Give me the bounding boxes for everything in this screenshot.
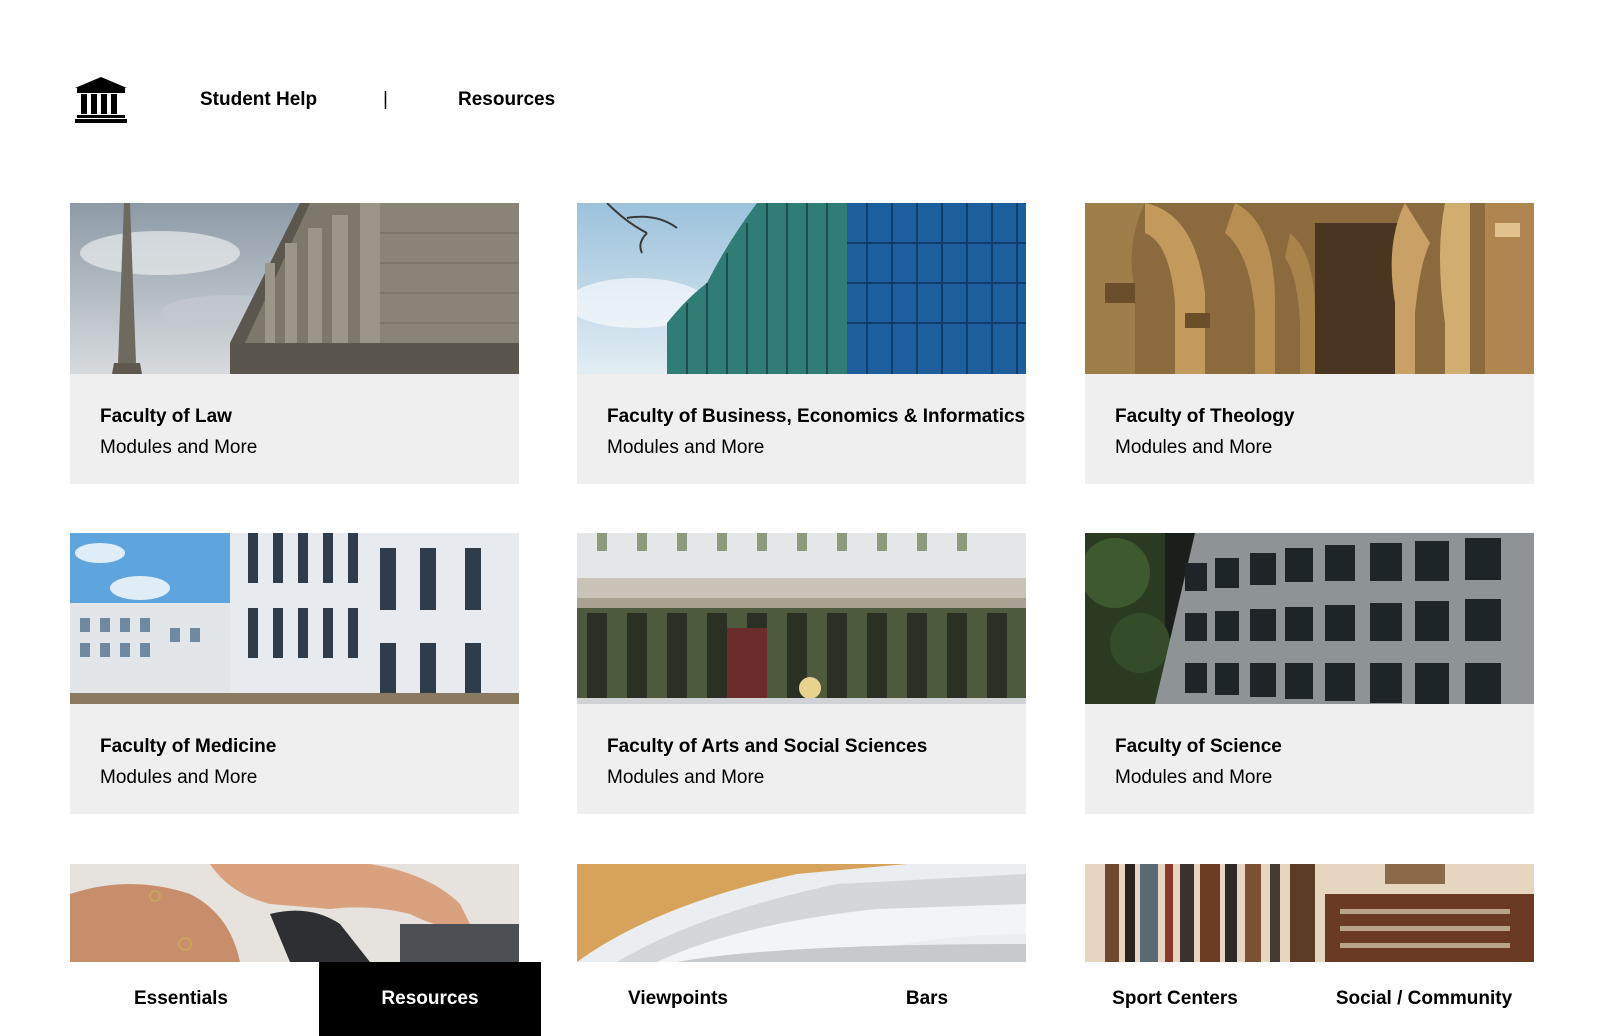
typing-hands-image [70, 864, 519, 962]
top-header: Student Help | Resources [0, 0, 1600, 180]
tab-viewpoints[interactable]: Viewpoints [567, 962, 789, 1036]
faculty-card-law[interactable]: Faculty of Law Modules and More [70, 203, 519, 484]
tab-social-community[interactable]: Social / Community [1313, 962, 1535, 1036]
tab-bars[interactable]: Bars [816, 962, 1038, 1036]
tab-sport-centers[interactable]: Sport Centers [1064, 962, 1286, 1036]
tab-resources[interactable]: Resources [319, 962, 541, 1036]
arts-building-image [577, 533, 1026, 704]
card-subtitle: Modules and More [607, 767, 765, 788]
resource-card-library[interactable] [1085, 864, 1534, 962]
card-title: Faculty of Theology [1115, 406, 1295, 427]
nav-resources[interactable]: Resources [458, 89, 555, 111]
faculty-card-science[interactable]: Faculty of Science Modules and More [1085, 533, 1534, 814]
card-subtitle: Modules and More [1115, 437, 1273, 458]
card-subtitle: Modules and More [100, 437, 258, 458]
open-book-image [577, 864, 1026, 962]
faculty-card-theology[interactable]: Faculty of Theology Modules and More [1085, 203, 1534, 484]
card-subtitle: Modules and More [607, 437, 765, 458]
faculty-card-medicine[interactable]: Faculty of Medicine Modules and More [70, 533, 519, 814]
nav-separator: | [383, 89, 388, 110]
card-title: Faculty of Law [100, 406, 232, 427]
card-subtitle: Modules and More [100, 767, 258, 788]
nav-student-help[interactable]: Student Help [200, 89, 317, 111]
science-building-image [1085, 533, 1534, 704]
card-title: Faculty of Arts and Social Sciences [607, 736, 928, 757]
resource-card-book[interactable] [577, 864, 1026, 962]
card-title: Faculty of Business, Economics & Informa… [607, 406, 1026, 427]
faculty-card-arts[interactable]: Faculty of Arts and Social Sciences Modu… [577, 533, 1026, 814]
card-title: Faculty of Medicine [100, 736, 277, 757]
medicine-building-image [70, 533, 519, 704]
card-title: Faculty of Science [1115, 736, 1282, 757]
faculty-card-business[interactable]: Faculty of Business, Economics & Informa… [577, 203, 1026, 484]
law-building-image [70, 203, 519, 374]
business-building-image [577, 203, 1026, 374]
tab-essentials[interactable]: Essentials [70, 962, 292, 1036]
resource-card-typing[interactable] [70, 864, 519, 962]
library-shelves-image [1085, 864, 1534, 962]
theology-cloister-image [1085, 203, 1534, 374]
category-tab-bar: Essentials Resources Viewpoints Bars Spo… [70, 962, 1536, 1036]
card-subtitle: Modules and More [1115, 767, 1273, 788]
institution-icon[interactable] [75, 77, 127, 123]
